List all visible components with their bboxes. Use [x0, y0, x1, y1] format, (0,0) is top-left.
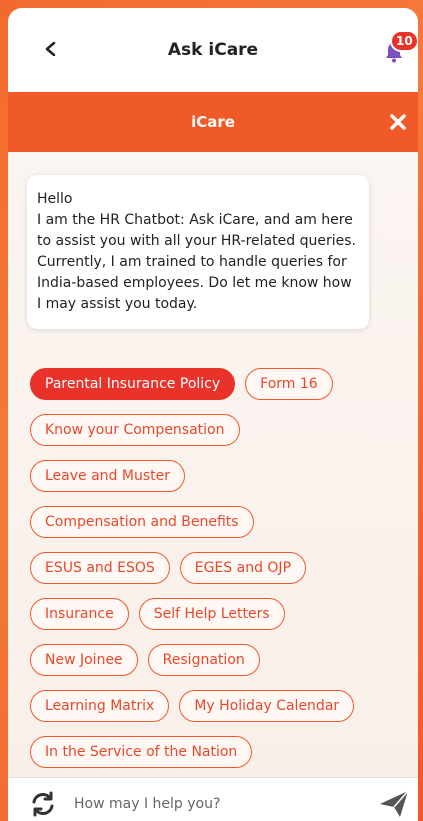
chip-row: Leave and Muster — [30, 460, 400, 492]
chip-resignation[interactable]: Resignation — [147, 644, 260, 676]
chip-know-your-compensation[interactable]: Know your Compensation — [30, 414, 240, 446]
refresh-icon — [32, 791, 54, 816]
chip-in-the-service-of-the-nation[interactable]: In the Service of the Nation — [30, 736, 253, 768]
refresh-button[interactable] — [28, 789, 58, 819]
chip-parental-insurance-policy[interactable]: Parental Insurance Policy — [30, 368, 236, 400]
close-button[interactable] — [386, 110, 410, 134]
message-input[interactable] — [74, 788, 364, 819]
chip-row: Know your Compensation — [30, 414, 400, 446]
chat-title: iCare — [191, 113, 235, 131]
bot-message-text: I am the HR Chatbot: Ask iCare, and am h… — [37, 212, 356, 312]
chip-row: Compensation and Benefits — [30, 506, 400, 538]
chip-row: In the Service of the Nation — [30, 736, 400, 768]
chat-body: Hello I am the HR Chatbot: Ask iCare, an… — [8, 152, 418, 777]
bot-message-bubble: Hello I am the HR Chatbot: Ask iCare, an… — [27, 175, 369, 329]
message-input-bar — [8, 777, 418, 821]
bot-greeting: Hello — [37, 191, 73, 207]
close-icon — [390, 114, 406, 130]
chip-esus-and-esos[interactable]: ESUS and ESOS — [30, 552, 170, 584]
app-screen: Ask iCare 10 iCare Hello I am the HR Cha… — [8, 8, 418, 821]
send-icon[interactable] — [378, 788, 410, 820]
chip-row: Insurance Self Help Letters — [30, 598, 400, 630]
chip-self-help-letters[interactable]: Self Help Letters — [138, 598, 285, 630]
chip-row: New Joinee Resignation — [30, 644, 400, 676]
quick-replies: Parental Insurance Policy Form 16 Know y… — [30, 368, 400, 777]
chat-header: iCare — [8, 92, 418, 152]
chip-eges-and-ojp[interactable]: EGES and OJP — [179, 552, 307, 584]
chip-insurance[interactable]: Insurance — [30, 598, 129, 630]
chip-row: Parental Insurance Policy Form 16 — [30, 368, 400, 400]
chip-row: Learning Matrix My Holiday Calendar — [30, 690, 400, 722]
back-button[interactable] — [38, 36, 64, 62]
chip-my-holiday-calendar[interactable]: My Holiday Calendar — [179, 690, 355, 722]
top-bar: Ask iCare 10 — [8, 8, 418, 92]
chip-learning-matrix[interactable]: Learning Matrix — [30, 690, 170, 722]
chip-leave-and-muster[interactable]: Leave and Muster — [30, 460, 185, 492]
notification-badge: 10 — [390, 30, 418, 52]
chip-row: ESUS and ESOS EGES and OJP — [30, 552, 400, 584]
page-title: Ask iCare — [167, 40, 259, 60]
chip-compensation-and-benefits[interactable]: Compensation and Benefits — [30, 506, 254, 538]
chevron-left-icon — [45, 42, 56, 56]
chip-new-joinee[interactable]: New Joinee — [30, 644, 138, 676]
chip-form-16[interactable]: Form 16 — [245, 368, 333, 400]
